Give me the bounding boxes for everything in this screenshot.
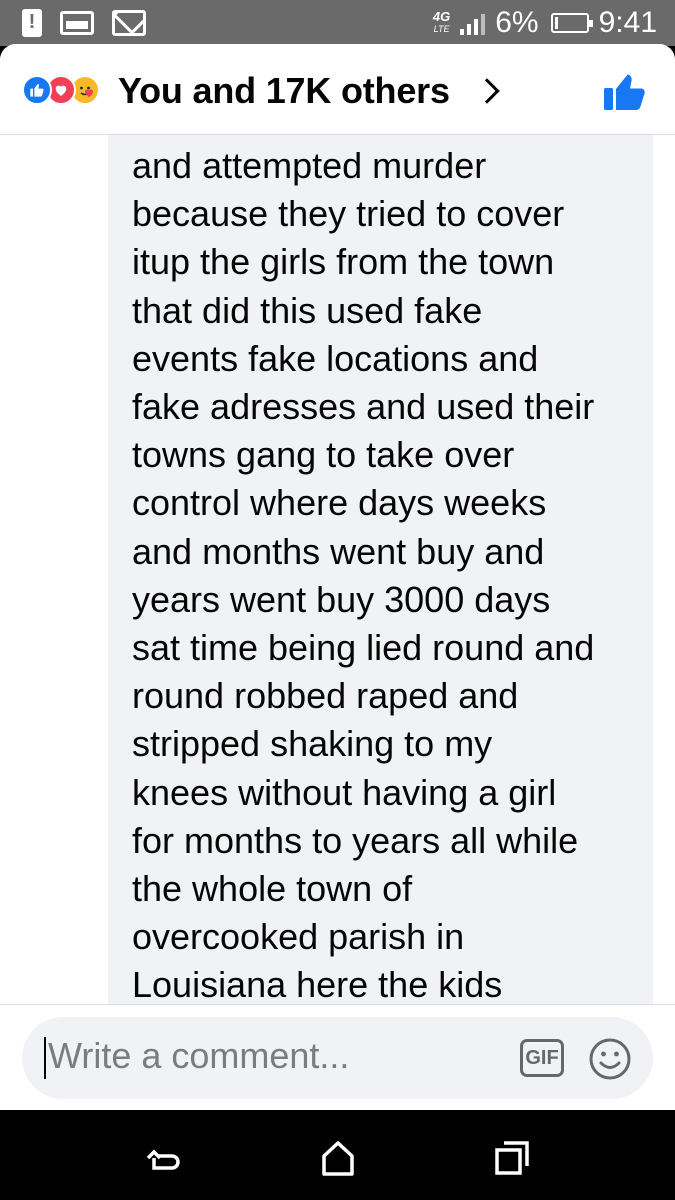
reaction-icons [22, 75, 100, 105]
network-type: 4G [432, 9, 451, 24]
comment-line: round robbed raped and [132, 675, 519, 717]
comment-line: events fake locations and [132, 337, 539, 379]
comment-text: and attempted murder because they tried t… [132, 142, 642, 1010]
comment-input[interactable]: Write a comment... GIF [22, 1017, 653, 1099]
comment-line: Louisiana here the kids [132, 964, 503, 1006]
back-button[interactable] [144, 1138, 184, 1178]
smiley-icon [589, 1038, 631, 1080]
recents-button[interactable] [492, 1138, 532, 1178]
signal-icon [460, 11, 486, 35]
home-icon [322, 1141, 354, 1176]
battery-icon [550, 13, 593, 33]
comment-line: for months to years all while [132, 819, 579, 861]
chevron-right-icon[interactable] [474, 78, 500, 104]
text-caret [44, 1037, 46, 1079]
reactions-header[interactable]: You and 17K others [0, 44, 675, 135]
comment-line: because they tried to cover [132, 193, 565, 235]
comment-line: control where days weeks [132, 482, 547, 524]
comment-placeholder: Write a comment... [48, 1035, 350, 1076]
comment-line: years went buy 3000 days [132, 578, 551, 620]
comment-line: that did this used fake [132, 289, 483, 331]
alert-icon [22, 9, 42, 37]
like-icon [22, 75, 52, 105]
navigation-bar [0, 1110, 675, 1200]
recents-icon [495, 1141, 529, 1175]
comment-line: and months went buy and [132, 530, 545, 572]
emoji-button[interactable] [588, 1037, 632, 1081]
battery-percent: 6% [495, 6, 539, 39]
gif-button[interactable]: GIF [520, 1039, 564, 1077]
status-bar: 4G LTE 6% 9:41 [0, 0, 675, 46]
reactions-summary[interactable]: You and 17K others [118, 70, 450, 112]
comment-line: sat time being lied round and [132, 627, 595, 669]
gmail-icon [112, 10, 146, 36]
network-indicator: 4G LTE [432, 9, 451, 35]
comment-composer: Write a comment... GIF [0, 1004, 675, 1110]
reactions-sheet: You and 17K others and attempted murder b… [0, 44, 675, 1110]
comment-line: knees without having a girl [132, 771, 557, 813]
comment-line: the whole town of [132, 868, 413, 910]
system-indicators: 4G LTE 6% 9:41 [433, 4, 657, 42]
comment-bubble: and attempted murder because they tried t… [108, 132, 653, 1110]
comment-line: and attempted murder [132, 145, 487, 186]
comment-line: towns gang to take over [132, 434, 515, 476]
image-icon [60, 11, 94, 35]
home-button[interactable] [318, 1138, 358, 1178]
back-icon [146, 1149, 180, 1170]
notification-icons [22, 9, 146, 37]
comment-line: overcooked parish in [132, 916, 465, 958]
like-button[interactable] [602, 72, 648, 112]
clock: 9:41 [598, 6, 657, 39]
comment-line: stripped shaking to my [132, 723, 493, 765]
thumbs-up-icon [604, 74, 645, 110]
comment-line: itup the girls from the town [132, 241, 555, 283]
network-subtype: LTE [433, 24, 450, 34]
comment-line: fake adresses and used their [132, 386, 595, 428]
